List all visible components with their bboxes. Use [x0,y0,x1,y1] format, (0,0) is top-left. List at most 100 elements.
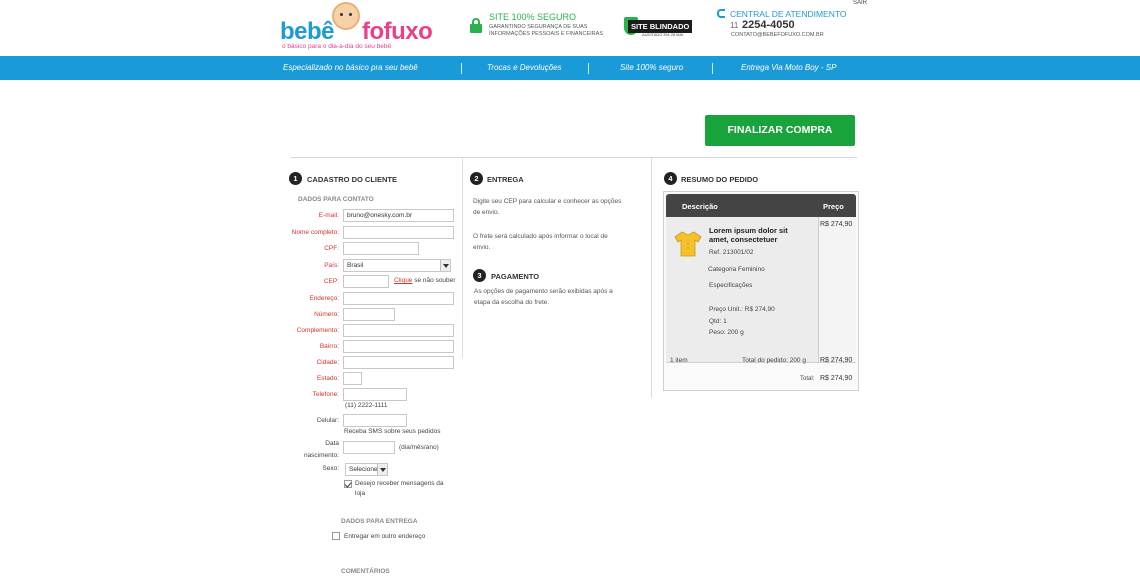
logo-tagline: o básico para o dia-a-dia do seu bebê [282,43,392,50]
cep-field[interactable] [343,275,389,288]
numero-field[interactable] [343,308,395,321]
chevron-down-icon [377,464,387,475]
data-label-line1: Data [325,440,339,447]
email-field[interactable]: bruno@onesky.com.br [343,209,454,222]
newsletter-label-line1: Desejo receber mensagens da [355,480,444,487]
other-address-label: Entregar em outro endereço [344,533,426,540]
secure-site-seal: SITE 100% SEGURO GARANTINDO SEGURANÇA DE… [470,12,620,42]
pagamento-note: As opções de pagamento serão exibidas ap… [474,286,646,308]
cep-hint: Clique se não souber [394,277,455,284]
chevron-down-icon [440,260,450,271]
central-area-code: 11 [730,21,739,30]
site-blindado-seal[interactable]: SITE BLINDADO AUDITADO EM 26 MAI [624,17,694,41]
store-logo[interactable]: bebê fofuxo o básico para o dia-a-dia do… [280,2,440,52]
step-badge-2: 2 [470,172,483,185]
endereco-label: Endereço: [309,295,339,302]
finalize-purchase-button[interactable]: FINALIZAR COMPRA [705,115,855,146]
baby-face-icon [332,2,360,30]
entrega-instructions: Digite seu CEP para calcular e conhecer … [473,196,645,218]
logout-link[interactable]: SAIR [853,0,867,6]
items-count: 1 item [670,357,688,364]
entrega-title: ENTREGA [487,175,524,184]
phone-icon [717,9,725,18]
cidade-label: Cidade: [316,359,339,366]
product-ref: Ref. 213001/02 [709,249,754,256]
total-order-price: R$ 274,90 [820,357,853,364]
pagamento-note-line1: As opções de pagamento serão exibidas ap… [474,288,613,295]
step-badge-1: 1 [289,172,302,185]
complemento-field[interactable] [343,324,454,337]
bairro-field[interactable] [343,340,454,353]
celular-field[interactable] [343,414,407,427]
product-name[interactable]: Lorem ipsum dolor sit amet, consectetuer [709,226,809,244]
sexo-selected-value: Selecione [349,466,378,473]
nome-label: Nome completo: [291,229,339,236]
product-thumbnail[interactable] [673,229,703,259]
telefone-hint: (11) 2222-1111 [345,402,388,409]
nav-divider [588,63,589,74]
order-item-price-cell [818,217,856,362]
pais-select[interactable]: Brasil [343,259,451,272]
contact-section-title: DADOS PARA CONTATO [298,196,374,203]
celular-hint: Receba SMS sobre seus pedidos [344,428,441,435]
sexo-select[interactable]: Selecione [345,463,388,476]
product-qty: Qtd: 1 [709,318,727,325]
newsletter-label-line2: loja [355,490,366,497]
celular-label: Celular: [316,417,339,424]
bairro-label: Bairro: [319,343,339,350]
total-order-label: Total do pedido: 200 g [742,357,806,364]
central-title: CENTRAL DE ATENDIMENTO [730,9,847,19]
logo-word-bebe: bebê [280,18,335,45]
entrega-instructions-line2: de envio. [473,209,500,216]
product-weight: Peso: 200 g [709,329,744,336]
cidade-field[interactable] [343,356,454,369]
central-email[interactable]: CONTATO@BEBEFOFUXO.COM.BR [731,32,824,38]
estado-field[interactable] [343,372,362,385]
product-specs-label: Especificações [709,282,753,289]
nav-item-especializado[interactable]: Especializado no básico pra seu bebê [283,63,418,72]
endereco-field[interactable] [343,292,454,305]
nome-field[interactable] [343,226,454,239]
col-header-description: Descrição [682,202,718,211]
customer-service-info: CENTRAL DE ATENDIMENTO 11 2254-4050 CONT… [717,9,847,43]
nav-item-trocas[interactable]: Trocas e Devoluções [487,63,562,72]
column-divider [462,158,463,358]
birthdate-field[interactable] [343,441,395,454]
sexo-label: Sexo: [322,465,339,472]
comments-section-title: COMENTÁRIOS [341,568,390,575]
cpf-field[interactable] [343,242,419,255]
other-address-checkbox[interactable] [332,532,340,540]
top-navbar: Especializado no básico pra seu bebê Tro… [0,56,1140,80]
blindado-subtitle: AUDITADO EM 26 MAI [642,32,684,37]
cpf-label: CPF: [324,245,339,252]
entrega-note: O frete será calculado após informar o l… [473,231,645,253]
newsletter-checkbox[interactable] [344,480,352,488]
entrega-note-line1: O frete será calculado após informar o l… [473,233,608,240]
nav-item-entrega[interactable]: Entrega Via Moto Boy - SP [741,63,836,72]
entrega-note-line2: envio. [473,244,491,251]
site-header: bebê fofuxo o básico para o dia-a-dia do… [0,0,1140,56]
cep-hint-text: se não souber [412,277,456,284]
telefone-field[interactable] [343,388,407,401]
product-unit-price: Preço Unit.: R$ 274,90 [709,306,775,313]
central-phone: 2254-4050 [742,19,795,31]
column-divider [651,158,652,398]
pais-label: País: [324,262,339,269]
nav-divider [461,63,462,74]
nav-divider [712,63,713,74]
pagamento-title: PAGAMENTO [491,272,540,281]
data-label-line2: nascimento: [303,452,339,459]
step-badge-3: 3 [473,269,486,282]
pagamento-note-line2: etapa da escolha do frete. [474,299,550,306]
entrega-instructions-line1: Digite seu CEP para calcular e conhecer … [473,198,622,205]
total-label: Total: [800,376,815,382]
pais-selected-value: Brasil [347,262,364,269]
nav-item-seguro[interactable]: Site 100% seguro [620,63,683,72]
product-price: R$ 274,90 [820,221,853,228]
secure-title: SITE 100% SEGURO [489,12,577,22]
cep-lookup-link[interactable]: Clique [394,277,412,284]
telefone-label: Telefone: [312,391,339,398]
lock-icon [470,18,482,33]
col-header-price: Preço [823,202,844,211]
product-category: Categoria Feminino [708,266,765,273]
